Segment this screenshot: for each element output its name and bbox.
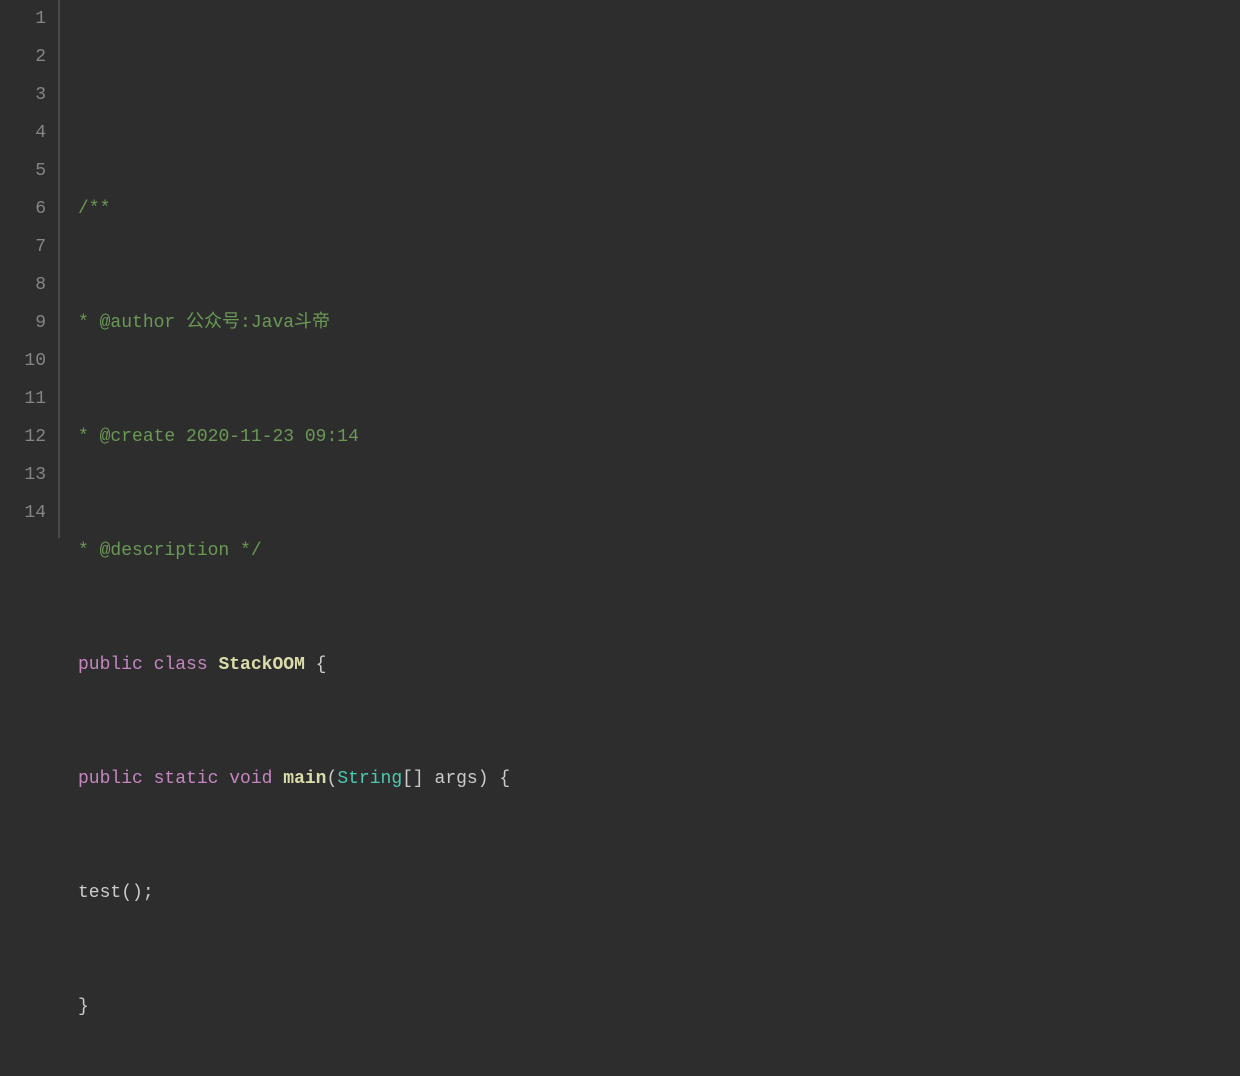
- doc-comment: */: [229, 541, 261, 561]
- code-line[interactable]: /**: [78, 190, 1240, 228]
- doc-comment: *: [78, 541, 100, 561]
- punctuation: ();: [121, 883, 153, 903]
- keyword: public: [78, 655, 143, 675]
- punctuation: ) {: [478, 769, 510, 789]
- line-number: 12: [0, 418, 46, 456]
- doc-tag: @author: [100, 313, 176, 333]
- method-name: main: [283, 769, 326, 789]
- line-number: 1: [0, 0, 46, 38]
- code-editor[interactable]: /** * @author 公众号:Java斗帝 * @create 2020-…: [60, 0, 1240, 538]
- keyword: void: [229, 769, 272, 789]
- parameter: args: [435, 769, 478, 789]
- code-line[interactable]: public static void main(String[] args) {: [78, 760, 1240, 798]
- code-line[interactable]: }: [78, 988, 1240, 1026]
- keyword: public: [78, 769, 143, 789]
- line-number: 5: [0, 152, 46, 190]
- punctuation: []: [402, 769, 434, 789]
- keyword: class: [154, 655, 208, 675]
- doc-tag: @description: [100, 541, 230, 561]
- punctuation: {: [305, 655, 327, 675]
- code-line[interactable]: test();: [78, 874, 1240, 912]
- line-number: 2: [0, 38, 46, 76]
- punctuation: (: [327, 769, 338, 789]
- line-number: 6: [0, 190, 46, 228]
- doc-comment: 2020-11-23 09:14: [175, 427, 359, 447]
- code-line[interactable]: * @create 2020-11-23 09:14: [78, 418, 1240, 456]
- line-number: 10: [0, 342, 46, 380]
- code-line[interactable]: public class StackOOM {: [78, 646, 1240, 684]
- line-number: 9: [0, 304, 46, 342]
- code-line[interactable]: * @author 公众号:Java斗帝: [78, 304, 1240, 342]
- doc-comment: 公众号:Java斗帝: [175, 313, 330, 333]
- line-number: 7: [0, 228, 46, 266]
- line-number: 4: [0, 114, 46, 152]
- line-number: 3: [0, 76, 46, 114]
- line-number: 11: [0, 380, 46, 418]
- doc-comment: /**: [78, 199, 110, 219]
- line-number-gutter: 1 2 3 4 5 6 7 8 9 10 11 12 13 14: [0, 0, 60, 538]
- line-number: 14: [0, 494, 46, 532]
- line-number: 13: [0, 456, 46, 494]
- keyword: static: [154, 769, 219, 789]
- class-name: StackOOM: [218, 655, 304, 675]
- doc-comment: *: [78, 313, 100, 333]
- line-number: 8: [0, 266, 46, 304]
- code-line[interactable]: [78, 76, 1240, 114]
- doc-tag: @create: [100, 427, 176, 447]
- method-call: test: [78, 883, 121, 903]
- type: String: [337, 769, 402, 789]
- punctuation: }: [78, 997, 89, 1017]
- doc-comment: *: [78, 427, 100, 447]
